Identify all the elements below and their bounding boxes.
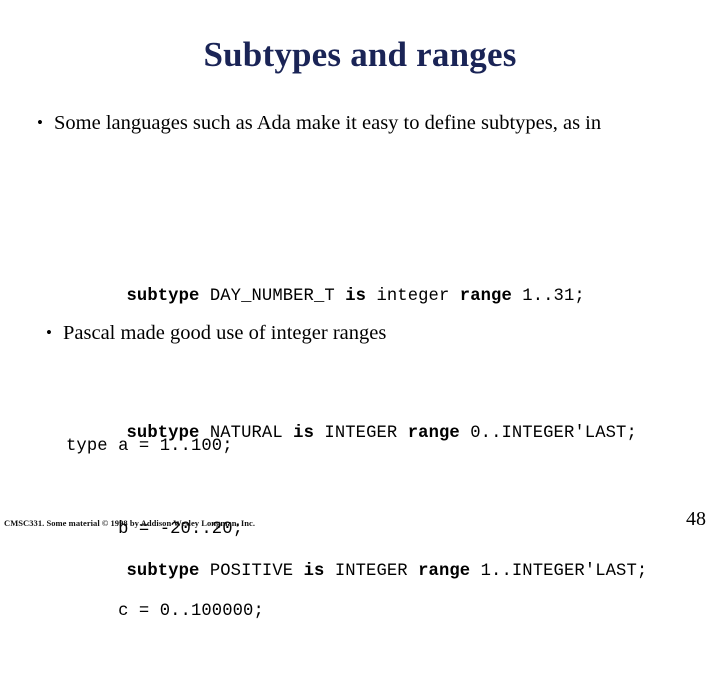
keyword-range: range (459, 286, 523, 306)
copyright-footer: CMSC331. Some material © 1998 by Addison… (4, 518, 256, 528)
keyword-range: range (418, 561, 481, 581)
range-expression: 0..INTEGER'LAST; (470, 424, 637, 443)
identifier-day-number-t: DAY_NUMBER_T (209, 286, 346, 306)
code-line-pascal-3: c = 0..100000; (66, 602, 264, 621)
bullet-text: Pascal made good use of integer ranges (63, 322, 387, 344)
type-integer: integer (376, 286, 460, 306)
type-integer: INTEGER (334, 561, 419, 581)
bullet-item-languages: • Some languages such as Ada make it eas… (35, 110, 675, 136)
range-expression: 1..INTEGER'LAST; (480, 561, 648, 581)
bullet-marker-icon: • (37, 113, 43, 132)
slide-canvas: Subtypes and ranges • Some languages suc… (0, 0, 720, 621)
bullet-item-pascal: • Pascal made good use of integer ranges (44, 320, 664, 346)
pascal-code-block: type a = 1..100; b = -20..20; c = 0..100… (66, 378, 264, 681)
keyword-range: range (407, 424, 471, 443)
bullet-text: Some languages such as Ada make it easy … (54, 112, 602, 134)
page-title: Subtypes and ranges (203, 35, 517, 74)
bullet-marker-icon: • (46, 323, 52, 342)
range-expression: 1..31; (522, 286, 585, 306)
type-integer: INTEGER (324, 424, 408, 443)
page-number: 48 (686, 508, 706, 530)
keyword-is: is (293, 424, 325, 443)
keyword-subtype: subtype (126, 286, 210, 306)
keyword-is: is (345, 286, 377, 306)
code-line-pascal-1: type a = 1..100; (66, 437, 233, 456)
keyword-is: is (303, 561, 335, 581)
